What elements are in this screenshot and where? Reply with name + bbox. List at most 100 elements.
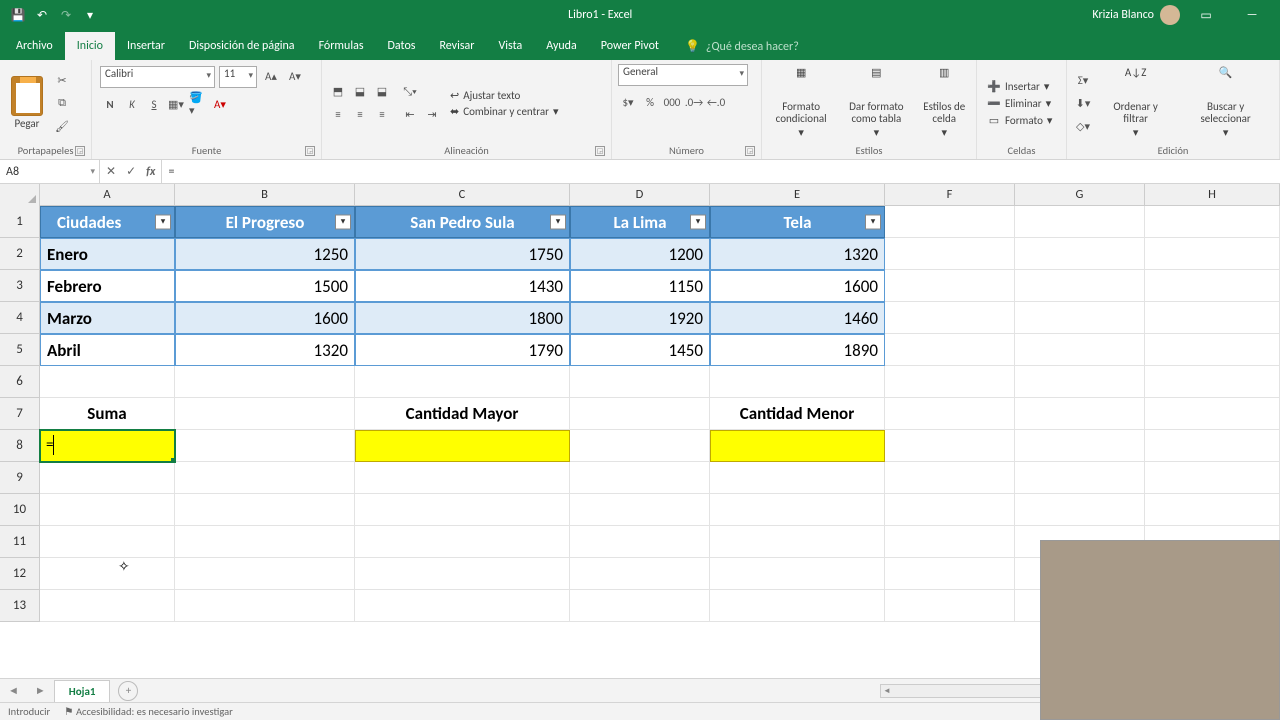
col-header-e[interactable]: E <box>710 184 885 205</box>
cell-g4[interactable] <box>1015 302 1145 334</box>
align-center-icon[interactable]: ≡ <box>350 105 370 125</box>
tab-insertar[interactable]: Insertar <box>115 32 177 60</box>
cell-e6[interactable] <box>710 366 885 398</box>
cell-e7[interactable]: Cantidad Menor <box>710 398 885 430</box>
cell-c4[interactable]: 1800 <box>355 302 570 334</box>
cell-d10[interactable] <box>570 494 710 526</box>
cut-icon[interactable]: ✂ <box>52 70 72 90</box>
tab-datos[interactable]: Datos <box>376 32 428 60</box>
tab-archivo[interactable]: Archivo <box>4 32 65 60</box>
cell-g5[interactable] <box>1015 334 1145 366</box>
alignment-dialog-icon[interactable]: ◲ <box>595 146 605 156</box>
format-painter-icon[interactable]: 🖌 <box>52 116 72 136</box>
save-icon[interactable]: 💾 <box>10 7 26 23</box>
font-name-select[interactable]: Calibri <box>100 66 215 88</box>
cell-d9[interactable] <box>570 462 710 494</box>
cell-c12[interactable] <box>355 558 570 590</box>
cell-a9[interactable] <box>40 462 175 494</box>
tab-inicio[interactable]: Inicio <box>65 32 115 60</box>
cell-d8[interactable] <box>570 430 710 462</box>
cell-h8[interactable] <box>1145 430 1280 462</box>
row-header-5[interactable]: 5 <box>0 334 40 366</box>
tab-ayuda[interactable]: Ayuda <box>534 32 589 60</box>
cell-styles-button[interactable]: ▥Estilos de celda▾ <box>918 65 970 141</box>
align-left-icon[interactable]: ≡ <box>328 105 348 125</box>
row-header-8[interactable]: 8 <box>0 430 40 462</box>
merge-center-button[interactable]: ⬌Combinar y centrar ▾ <box>450 105 559 118</box>
cell-h5[interactable] <box>1145 334 1280 366</box>
cell-a7[interactable]: Suma <box>40 398 175 430</box>
cell-b3[interactable]: 1500 <box>175 270 355 302</box>
cell-b13[interactable] <box>175 590 355 622</box>
cell-b9[interactable] <box>175 462 355 494</box>
row-header-10[interactable]: 10 <box>0 494 40 526</box>
cell-f2[interactable] <box>885 238 1015 270</box>
sort-filter-button[interactable]: A↓ZOrdenar y filtrar▾ <box>1097 65 1174 141</box>
cell-e13[interactable] <box>710 590 885 622</box>
cell-h2[interactable] <box>1145 238 1280 270</box>
align-top-icon[interactable]: ⬒ <box>328 82 348 102</box>
name-box[interactable]: A8 <box>0 160 100 183</box>
cell-b2[interactable]: 1250 <box>175 238 355 270</box>
cell-d6[interactable] <box>570 366 710 398</box>
formula-input[interactable]: = <box>162 160 1280 183</box>
insert-cells-button[interactable]: ➕Insertar ▾ <box>983 78 1056 94</box>
cell-a13[interactable] <box>40 590 175 622</box>
cell-h6[interactable] <box>1145 366 1280 398</box>
align-middle-icon[interactable]: ⬓ <box>350 82 370 102</box>
cell-f7[interactable] <box>885 398 1015 430</box>
row-header-1[interactable]: 1 <box>0 206 40 238</box>
decrease-font-icon[interactable]: A▾ <box>285 66 305 86</box>
cell-c1[interactable]: San Pedro Sula▾ <box>355 206 570 238</box>
cell-d11[interactable] <box>570 526 710 558</box>
cell-d12[interactable] <box>570 558 710 590</box>
comma-icon[interactable]: 000 <box>662 92 682 112</box>
cell-d1[interactable]: La Lima▾ <box>570 206 710 238</box>
cell-h3[interactable] <box>1145 270 1280 302</box>
cell-b8[interactable] <box>175 430 355 462</box>
tab-vista[interactable]: Vista <box>486 32 534 60</box>
undo-icon[interactable]: ↶ <box>34 7 50 23</box>
cell-c11[interactable] <box>355 526 570 558</box>
cell-d7[interactable] <box>570 398 710 430</box>
cell-c13[interactable] <box>355 590 570 622</box>
paste-button[interactable]: Pegar <box>6 74 48 132</box>
cell-a5[interactable]: Abril <box>40 334 175 366</box>
cell-a10[interactable] <box>40 494 175 526</box>
cell-g3[interactable] <box>1015 270 1145 302</box>
cell-c2[interactable]: 1750 <box>355 238 570 270</box>
cell-h4[interactable] <box>1145 302 1280 334</box>
cell-h7[interactable] <box>1145 398 1280 430</box>
cell-d2[interactable]: 1200 <box>570 238 710 270</box>
filter-icon[interactable]: ▾ <box>550 215 566 230</box>
currency-icon[interactable]: $▾ <box>618 92 638 112</box>
cell-e4[interactable]: 1460 <box>710 302 885 334</box>
cell-a11[interactable] <box>40 526 175 558</box>
cell-a4[interactable]: Marzo <box>40 302 175 334</box>
cell-g10[interactable] <box>1015 494 1145 526</box>
cell-e11[interactable] <box>710 526 885 558</box>
cell-a1[interactable]: Ciudades▾ <box>40 206 175 238</box>
number-format-select[interactable]: General <box>618 64 748 86</box>
filter-icon[interactable]: ▾ <box>335 215 351 230</box>
tab-powerpivot[interactable]: Power Pivot <box>589 32 671 60</box>
cell-a2[interactable]: Enero <box>40 238 175 270</box>
tell-me[interactable]: 💡 ¿Qué desea hacer? <box>679 33 805 60</box>
cell-d4[interactable]: 1920 <box>570 302 710 334</box>
cell-f12[interactable] <box>885 558 1015 590</box>
col-header-h[interactable]: H <box>1145 184 1280 205</box>
underline-button[interactable]: S <box>144 94 164 114</box>
cell-b6[interactable] <box>175 366 355 398</box>
row-header-11[interactable]: 11 <box>0 526 40 558</box>
cell-a3[interactable]: Febrero <box>40 270 175 302</box>
fill-icon[interactable]: ⬇▾ <box>1073 93 1093 113</box>
align-right-icon[interactable]: ≡ <box>372 105 392 125</box>
col-header-d[interactable]: D <box>570 184 710 205</box>
cell-a6[interactable] <box>40 366 175 398</box>
borders-button[interactable]: ▦▾ <box>166 94 186 114</box>
increase-decimal-icon[interactable]: .0→ <box>684 92 704 112</box>
select-all-cell[interactable] <box>0 184 40 206</box>
cell-b4[interactable]: 1600 <box>175 302 355 334</box>
cell-f6[interactable] <box>885 366 1015 398</box>
user-name[interactable]: Krizia Blanco <box>1092 8 1154 22</box>
